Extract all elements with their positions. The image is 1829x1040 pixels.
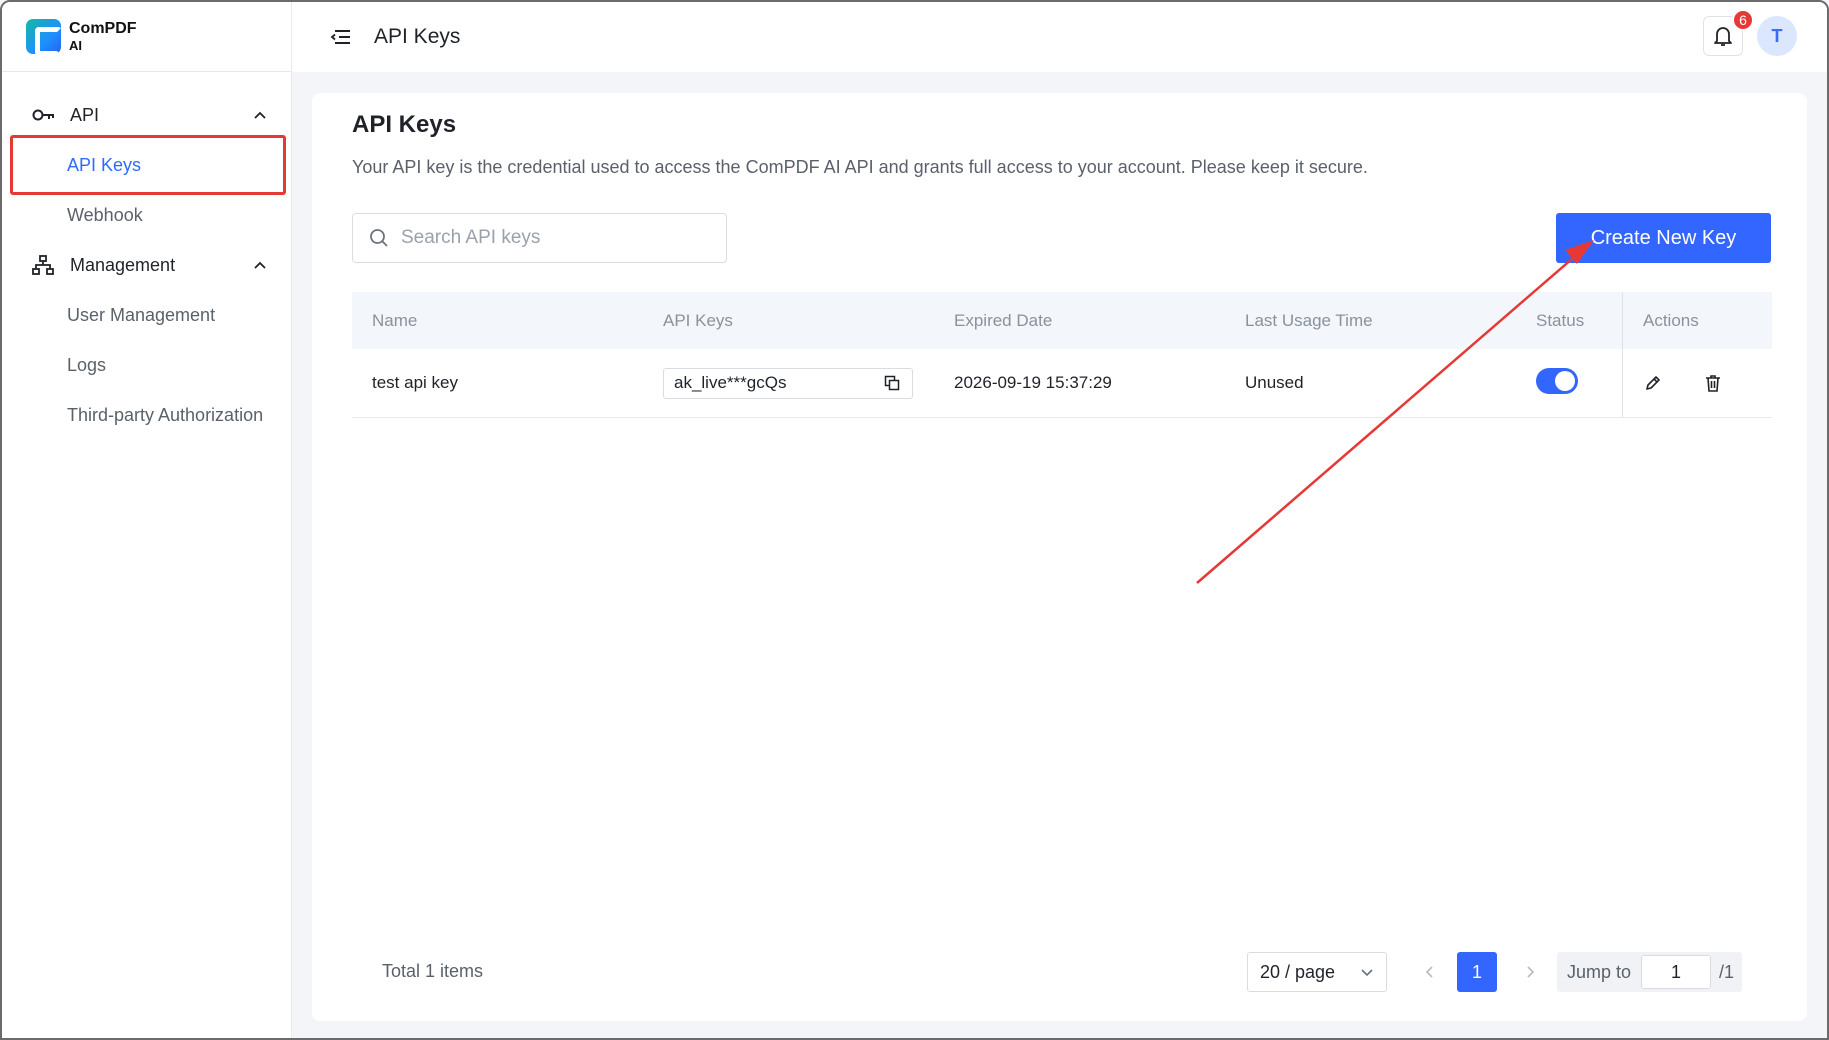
app-window: ComPDF AI API API Keys Webhook Managemen… xyxy=(0,0,1829,1040)
chevron-up-icon xyxy=(254,111,266,119)
chevron-right-icon xyxy=(1527,966,1535,978)
sidebar-group-api[interactable]: API xyxy=(2,90,291,140)
table-row: test api key ak_live***gcQs 2026-09-19 1… xyxy=(352,349,1772,418)
user-avatar[interactable]: T xyxy=(1757,16,1797,56)
column-header-name: Name xyxy=(372,310,418,330)
api-keys-table: Name API Keys Expired Date Last Usage Ti… xyxy=(352,292,1772,418)
sidebar-group-label: API xyxy=(70,104,100,125)
key-value-box: ak_live***gcQs xyxy=(663,367,913,399)
jump-label: Jump to xyxy=(1567,961,1632,982)
actions-cell xyxy=(1622,349,1772,417)
key-icon xyxy=(32,105,58,125)
page-size-value: 20 / page xyxy=(1260,961,1336,982)
top-bar: API Keys 6 T xyxy=(292,2,1827,72)
next-page-button[interactable] xyxy=(1515,952,1545,992)
brand-text: ComPDF AI xyxy=(69,20,137,54)
page-title: API Keys xyxy=(352,111,457,138)
column-header-status: Status xyxy=(1536,310,1585,330)
edit-icon[interactable] xyxy=(1643,373,1663,393)
jump-to-page: Jump to /1 xyxy=(1557,952,1742,992)
sidebar-nav: API API Keys Webhook Management User Man… xyxy=(2,72,291,440)
notification-count-badge: 6 xyxy=(1732,9,1754,31)
total-pages: /1 xyxy=(1719,961,1735,982)
main-card: API Keys Your API key is the credential … xyxy=(312,93,1807,1021)
chevron-down-icon xyxy=(1361,969,1373,977)
org-chart-icon xyxy=(32,255,58,275)
copy-icon[interactable] xyxy=(884,375,900,391)
total-items: Total 1 items xyxy=(382,961,484,981)
brand-line1: ComPDF xyxy=(69,19,137,37)
sidebar-item-label: Third-party Authorization xyxy=(67,404,264,425)
page-description: Your API key is the credential used to a… xyxy=(352,157,1368,177)
jump-to-input[interactable] xyxy=(1641,955,1712,989)
notifications-button[interactable]: 6 xyxy=(1703,9,1754,56)
menu-collapse-icon[interactable] xyxy=(330,28,352,46)
page-button-current[interactable]: 1 xyxy=(1457,952,1497,992)
previous-page-button[interactable] xyxy=(1415,952,1445,992)
brand-logo[interactable]: ComPDF AI xyxy=(2,2,291,72)
top-bar-actions: 6 T xyxy=(1703,9,1797,56)
sidebar-item-user-management[interactable]: User Management xyxy=(2,290,291,340)
sidebar-item-label: User Management xyxy=(67,304,216,325)
status-cell xyxy=(1536,367,1578,399)
page-header-title: API Keys xyxy=(374,25,461,48)
sidebar-group-label: Management xyxy=(70,254,176,275)
sidebar-item-api-keys[interactable]: API Keys xyxy=(2,135,291,195)
last-usage-time: Unused xyxy=(1245,373,1304,392)
bell-icon xyxy=(1714,27,1732,46)
search-input[interactable] xyxy=(401,227,701,249)
key-value: ak_live***gcQs xyxy=(674,373,787,392)
key-value-cell: ak_live***gcQs xyxy=(663,367,913,399)
brand-line2: AI xyxy=(69,37,82,53)
column-header-actions: Actions xyxy=(1622,292,1772,349)
expired-date: 2026-09-19 15:37:29 xyxy=(954,373,1112,392)
chevron-left-icon xyxy=(1425,966,1433,978)
search-box xyxy=(352,213,727,263)
sidebar-item-label: Logs xyxy=(67,354,107,375)
trash-icon[interactable] xyxy=(1703,373,1723,393)
column-header-api-keys: API Keys xyxy=(663,310,733,330)
column-header-last-usage-time: Last Usage Time xyxy=(1245,310,1373,330)
sidebar: ComPDF AI API API Keys Webhook Managemen… xyxy=(2,2,292,1038)
sidebar-item-logs[interactable]: Logs xyxy=(2,340,291,390)
sidebar-item-label: Webhook xyxy=(67,204,143,225)
highlight-box xyxy=(10,135,286,195)
page-size-select[interactable]: 20 / page xyxy=(1247,952,1387,992)
search-icon xyxy=(370,229,388,247)
create-new-key-button[interactable]: Create New Key xyxy=(1556,213,1771,263)
chevron-up-icon xyxy=(254,261,266,269)
column-header-expired-date: Expired Date xyxy=(954,310,1053,330)
key-name: test api key xyxy=(372,373,458,392)
status-toggle[interactable] xyxy=(1536,367,1578,394)
table-header: Name API Keys Expired Date Last Usage Ti… xyxy=(352,292,1772,349)
sidebar-group-management[interactable]: Management xyxy=(2,240,291,290)
sidebar-item-third-party-authorization[interactable]: Third-party Authorization xyxy=(2,390,291,440)
sidebar-item-label: API Keys xyxy=(67,154,142,175)
sidebar-item-webhook[interactable]: Webhook xyxy=(2,190,291,240)
compdf-logo-icon xyxy=(26,19,62,56)
